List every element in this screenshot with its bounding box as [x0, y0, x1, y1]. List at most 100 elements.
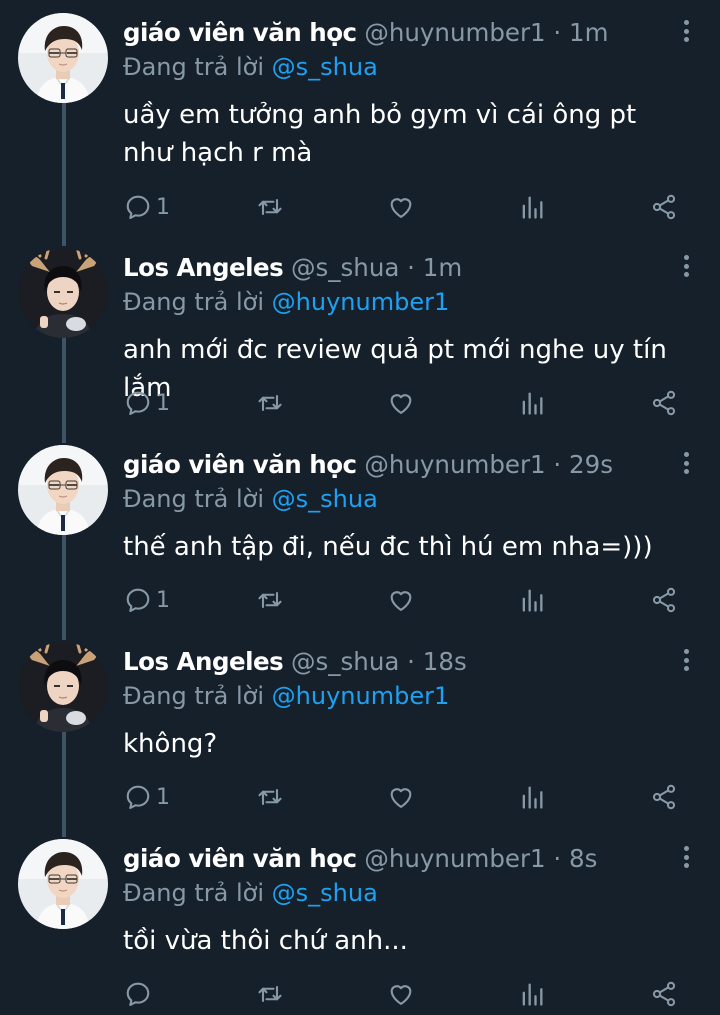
- like-button[interactable]: [387, 780, 415, 814]
- author-handle[interactable]: @huynumber1: [364, 18, 545, 47]
- tweet-time[interactable]: 1m: [569, 18, 608, 47]
- reply-button[interactable]: 1: [124, 583, 170, 617]
- author-name[interactable]: giáo viên văn học: [123, 18, 357, 47]
- share-icon: [650, 586, 678, 614]
- reply-mention-link[interactable]: @s_shua: [272, 53, 378, 81]
- tweet[interactable]: Los Angeles @s_shua · 18s Đang trả lời @…: [0, 629, 720, 826]
- separator-dot: ·: [553, 18, 562, 47]
- reply-count: 1: [156, 390, 170, 416]
- reply-icon: [124, 389, 152, 417]
- like-icon: [387, 783, 415, 811]
- analytics-button[interactable]: [518, 977, 546, 1011]
- replying-to: Đang trả lời @huynumber1: [123, 679, 449, 713]
- author-handle[interactable]: @huynumber1: [364, 450, 545, 479]
- tweet-time[interactable]: 1m: [423, 253, 462, 282]
- share-button[interactable]: [650, 190, 678, 224]
- tweet-time[interactable]: 18s: [423, 647, 467, 676]
- tweet-text: uầy em tưởng anh bỏ gym vì cái ông pt nh…: [123, 100, 637, 168]
- tweet[interactable]: Los Angeles @s_shua · 1m Đang trả lời @h…: [0, 235, 720, 432]
- author-name[interactable]: giáo viên văn học: [123, 450, 357, 479]
- more-options-icon[interactable]: [680, 649, 692, 679]
- like-icon: [387, 193, 415, 221]
- reply-count: 1: [156, 784, 170, 810]
- reply-icon: [124, 980, 152, 1008]
- share-button[interactable]: [650, 386, 678, 420]
- like-icon: [387, 586, 415, 614]
- tweet-text: thế anh tập đi, nếu đc thì hú em nha=))): [123, 532, 653, 562]
- analytics-button[interactable]: [518, 386, 546, 420]
- more-options-icon[interactable]: [680, 846, 692, 876]
- reply-mention-link[interactable]: @s_shua: [272, 485, 378, 513]
- reply-count: 1: [156, 587, 170, 613]
- author-handle[interactable]: @s_shua: [291, 253, 399, 282]
- tweet-text: không?: [123, 729, 218, 759]
- share-button[interactable]: [650, 583, 678, 617]
- analytics-icon: [518, 783, 546, 811]
- avatar[interactable]: [18, 642, 108, 732]
- tweet-actions: 1: [0, 583, 720, 617]
- like-button[interactable]: [387, 386, 415, 420]
- retweet-icon: [256, 783, 284, 811]
- deer-ears-avatar-image: [18, 248, 108, 338]
- author-name[interactable]: Los Angeles: [123, 647, 284, 676]
- analytics-button[interactable]: [518, 583, 546, 617]
- analytics-icon: [518, 586, 546, 614]
- tweet[interactable]: giáo viên văn học @huynumber1 · 1m Đang …: [0, 0, 720, 220]
- reply-button[interactable]: [124, 977, 156, 1011]
- reply-mention-link[interactable]: @huynumber1: [272, 682, 450, 710]
- more-options-icon[interactable]: [680, 255, 692, 285]
- like-button[interactable]: [387, 190, 415, 224]
- replying-to-label: Đang trả lời: [123, 485, 265, 513]
- reply-mention-link[interactable]: @s_shua: [272, 879, 378, 907]
- more-options-icon[interactable]: [680, 452, 692, 482]
- retweet-button[interactable]: [256, 583, 284, 617]
- tweet-actions: 1: [0, 190, 720, 224]
- tweet-actions: 1: [0, 780, 720, 814]
- author-handle[interactable]: @huynumber1: [364, 844, 545, 873]
- author-handle[interactable]: @s_shua: [291, 647, 399, 676]
- reply-button[interactable]: 1: [124, 386, 170, 420]
- avatar[interactable]: [18, 248, 108, 338]
- tweet-actions: 1: [0, 386, 720, 420]
- replying-to: Đang trả lời @s_shua: [123, 482, 378, 516]
- reply-mention-link[interactable]: @huynumber1: [272, 288, 450, 316]
- reply-button[interactable]: 1: [124, 190, 170, 224]
- avatar[interactable]: [18, 445, 108, 535]
- reply-button[interactable]: 1: [124, 780, 170, 814]
- replying-to: Đang trả lời @s_shua: [123, 50, 378, 84]
- share-button[interactable]: [650, 780, 678, 814]
- tweet[interactable]: giáo viên văn học @huynumber1 · 29s Đang…: [0, 432, 720, 629]
- share-button[interactable]: [650, 977, 678, 1011]
- tweet-header: Los Angeles @s_shua · 18s: [123, 645, 660, 679]
- author-name[interactable]: giáo viên văn học: [123, 844, 357, 873]
- retweet-button[interactable]: [256, 190, 284, 224]
- share-icon: [650, 193, 678, 221]
- analytics-icon: [518, 980, 546, 1008]
- analytics-button[interactable]: [518, 780, 546, 814]
- boy-avatar-image: [18, 445, 108, 535]
- separator-dot: ·: [553, 450, 562, 479]
- separator-dot: ·: [407, 253, 415, 282]
- share-icon: [650, 980, 678, 1008]
- more-options-icon[interactable]: [680, 20, 692, 50]
- retweet-button[interactable]: [256, 780, 284, 814]
- tweet-time[interactable]: 8s: [569, 844, 597, 873]
- reply-icon: [124, 783, 152, 811]
- analytics-icon: [518, 193, 546, 221]
- like-icon: [387, 389, 415, 417]
- analytics-button[interactable]: [518, 190, 546, 224]
- replying-to-label: Đang trả lời: [123, 288, 265, 316]
- retweet-icon: [256, 980, 284, 1008]
- retweet-button[interactable]: [256, 386, 284, 420]
- tweet-header: giáo viên văn học @huynumber1 · 1m: [123, 16, 660, 50]
- retweet-button[interactable]: [256, 977, 284, 1011]
- replying-to-label: Đang trả lời: [123, 682, 265, 710]
- replying-to-label: Đang trả lời: [123, 53, 265, 81]
- like-button[interactable]: [387, 583, 415, 617]
- like-button[interactable]: [387, 977, 415, 1011]
- avatar[interactable]: [18, 13, 108, 103]
- avatar[interactable]: [18, 839, 108, 929]
- author-name[interactable]: Los Angeles: [123, 253, 284, 282]
- tweet-time[interactable]: 29s: [569, 450, 613, 479]
- tweet[interactable]: giáo viên văn học @huynumber1 · 8s Đang …: [0, 826, 720, 1015]
